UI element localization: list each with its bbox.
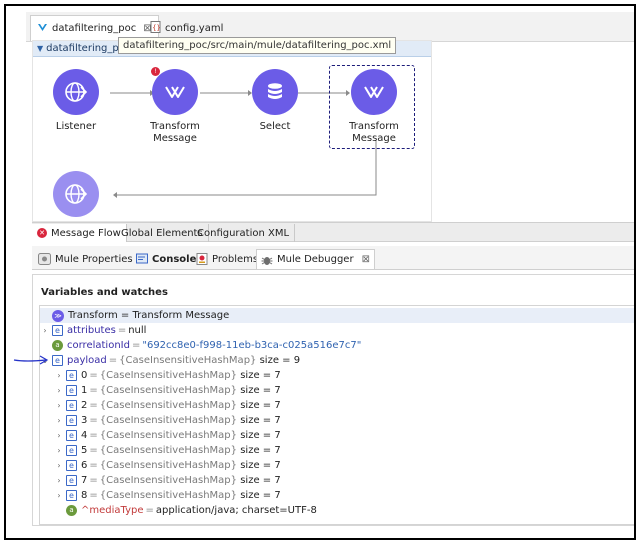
- expand-chevron-icon[interactable]: ›: [54, 446, 64, 455]
- tab-mule-debugger[interactable]: Mule Debugger ⊠: [256, 249, 375, 269]
- expand-chevron-icon[interactable]: ›: [54, 431, 64, 440]
- node-label: Listener: [55, 121, 97, 132]
- tree-row-payload-item[interactable]: › e 0 = {CaseInsensitiveHashMap} size = 7: [40, 368, 634, 383]
- object-icon: e: [52, 355, 63, 366]
- tab-message-flow[interactable]: ✕ Message Flow: [32, 224, 127, 242]
- close-icon[interactable]: ⊠: [362, 254, 370, 265]
- transform-icon: ≫: [52, 309, 64, 322]
- console-icon: [136, 253, 148, 265]
- tree-row-payload-item[interactable]: › e 2 = {CaseInsensitiveHashMap} size = 7: [40, 398, 634, 413]
- object-icon: e: [66, 445, 77, 456]
- expand-chevron-icon[interactable]: ›: [40, 326, 50, 335]
- flow-node-response[interactable]: [31, 171, 121, 217]
- tree-row-payload-item[interactable]: › e 4 = {CaseInsensitiveHashMap} size = 7: [40, 428, 634, 443]
- tab-label: Mule Properties: [55, 253, 133, 265]
- globe-icon: [53, 171, 99, 217]
- tab-label: Message Flow: [51, 227, 121, 239]
- screenshot-frame: datafiltering_poc ⊠ {} config.yaml ▼ data…: [4, 4, 636, 540]
- expand-chevron-icon[interactable]: ›: [54, 371, 64, 380]
- tab-label: Mule Debugger: [277, 254, 354, 265]
- tree-row-payload[interactable]: ⌄ e payload = {CaseInsensitiveHashMap} siz…: [40, 353, 634, 368]
- transform-icon: [351, 69, 397, 115]
- tree-row-payload-item[interactable]: › e 5 = {CaseInsensitiveHashMap} size = 7: [40, 443, 634, 458]
- svg-text:{}: {}: [152, 24, 160, 32]
- object-icon: e: [66, 370, 77, 381]
- object-icon: e: [66, 385, 77, 396]
- tree-row-media-type[interactable]: a ^mediaType = application/java; charset=U…: [40, 503, 634, 518]
- object-icon: e: [66, 475, 77, 486]
- properties-icon: [38, 253, 51, 265]
- file-path-tooltip: datafiltering_poc/src/main/mule/datafilt…: [118, 37, 397, 54]
- tab-mule-properties[interactable]: Mule Properties: [34, 249, 137, 269]
- transform-icon: [152, 69, 198, 115]
- error-marker-icon[interactable]: !: [151, 67, 160, 76]
- tree-row-transform[interactable]: ≫ Transform = Transform Message: [40, 308, 634, 323]
- object-icon: e: [66, 400, 77, 411]
- tab-label: config.yaml: [165, 22, 224, 34]
- variables-tree: ≫ Transform = Transform Message › e attr…: [39, 305, 634, 525]
- node-label: Select: [259, 121, 291, 132]
- attribute-icon: a: [66, 505, 77, 516]
- node-label: Transform Message: [349, 121, 399, 144]
- tree-row-payload-item[interactable]: › e 1 = {CaseInsensitiveHashMap} size = 7: [40, 383, 634, 398]
- tab-console[interactable]: Console: [132, 249, 200, 269]
- canvas-tab-bar: ✕ Message Flow Global Elements Configura…: [32, 222, 634, 242]
- expand-chevron-icon[interactable]: ›: [54, 461, 64, 470]
- database-icon: [252, 69, 298, 115]
- globe-icon: [53, 69, 99, 115]
- flow-node-transform-message[interactable]: Transform Message: [130, 69, 220, 145]
- tab-problems[interactable]: Problems: [192, 249, 262, 269]
- annotation-arrow: [13, 355, 49, 365]
- attribute-icon: a: [52, 340, 63, 351]
- expand-chevron-icon[interactable]: ›: [54, 476, 64, 485]
- flow-node-select[interactable]: Select: [230, 69, 320, 133]
- view-tab-bar: Mule Properties Console Problems Mule De…: [32, 246, 634, 270]
- object-icon: e: [66, 415, 77, 426]
- expand-chevron-icon[interactable]: ›: [54, 386, 64, 395]
- expand-chevron-icon[interactable]: ›: [54, 401, 64, 410]
- flow-canvas: ▼ datafiltering_poc Listener Transform Me…: [32, 40, 432, 222]
- expand-chevron-icon[interactable]: ›: [54, 491, 64, 500]
- tree-row-payload-item[interactable]: › e 3 = {CaseInsensitiveHashMap} size = 7: [40, 413, 634, 428]
- tab-label: Global Elements: [121, 227, 203, 239]
- expand-chevron-icon[interactable]: ›: [54, 416, 64, 425]
- tab-label: Problems: [212, 253, 259, 265]
- tree-row-payload-item[interactable]: › e 6 = {CaseInsensitiveHashMap} size = 7: [40, 458, 634, 473]
- flow-node-listener[interactable]: Listener: [31, 69, 121, 133]
- yaml-file-icon: {}: [150, 20, 161, 36]
- node-label: Transform Message: [150, 121, 200, 144]
- debugger-icon: [261, 254, 273, 266]
- mule-file-icon: [37, 22, 48, 36]
- tree-row-payload-item[interactable]: › e 8 = {CaseInsensitiveHashMap} size = 7: [40, 488, 634, 503]
- tree-row-payload-item[interactable]: › e 7 = {CaseInsensitiveHashMap} size = 7: [40, 473, 634, 488]
- tab-label: Configuration XML: [197, 227, 290, 239]
- tab-label: Console: [152, 253, 197, 265]
- tree-row-correlation-id[interactable]: a correlationId = "692cc8e0-f998-11eb-b3ca…: [40, 338, 634, 353]
- flow-node-transform-message-selected[interactable]: Transform Message: [329, 69, 419, 145]
- object-icon: e: [52, 325, 63, 336]
- tab-configuration-xml[interactable]: Configuration XML: [192, 224, 296, 242]
- object-icon: e: [66, 430, 77, 441]
- error-icon: ✕: [37, 228, 47, 238]
- panel-title: Variables and watches: [41, 287, 168, 298]
- problems-icon: [196, 253, 208, 265]
- tab-label: datafiltering_poc: [52, 23, 137, 34]
- tree-row-attributes[interactable]: › e attributes = null: [40, 323, 634, 338]
- object-icon: e: [66, 460, 77, 471]
- object-icon: e: [66, 490, 77, 501]
- mule-debugger-panel: Variables and watches ≫ Transform = Tran…: [32, 274, 634, 526]
